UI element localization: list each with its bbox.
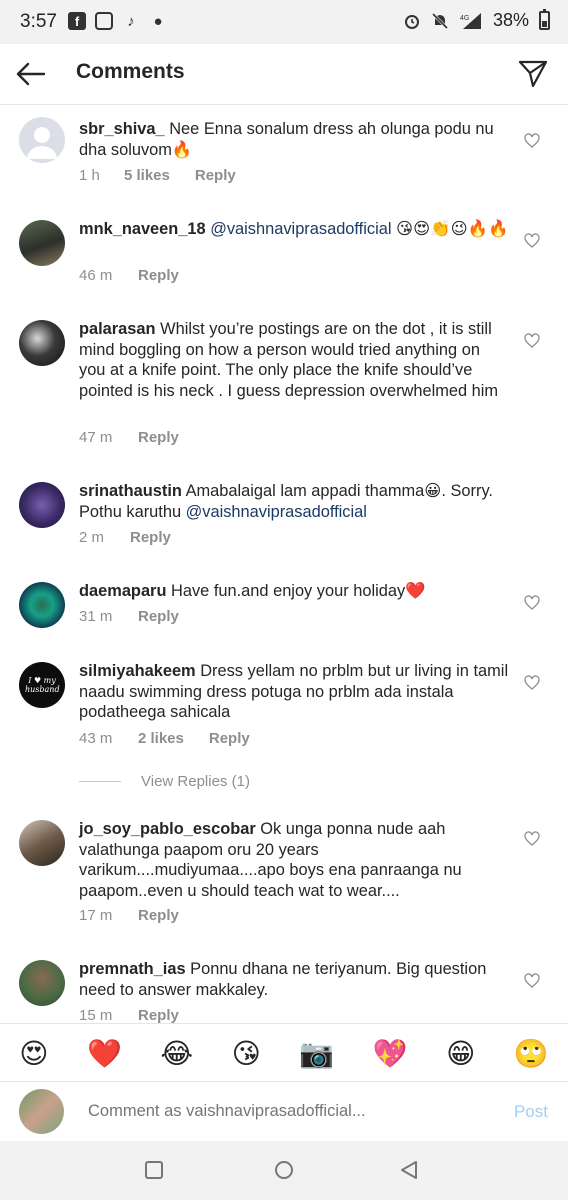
recents-icon[interactable] [143, 1159, 165, 1181]
like-heart-icon[interactable] [524, 133, 540, 149]
reply-button[interactable]: Reply [209, 730, 250, 747]
reply-button[interactable]: Reply [195, 167, 236, 184]
like-heart-icon[interactable] [524, 333, 540, 349]
comment-username[interactable]: silmiyahakeem [79, 662, 196, 680]
comment-username[interactable]: mnk_naveen_18 [79, 220, 206, 238]
battery-percent: 38% [492, 10, 529, 30]
status-bar: 3:57 f ♪ ● 4G 38% [0, 0, 568, 44]
tiktok-icon: ♪ [127, 12, 135, 30]
svg-text:4G: 4G [460, 15, 469, 22]
emoji-button[interactable]: 💖 [373, 1037, 408, 1070]
signal-icon: 4G [460, 12, 481, 29]
emoji-button[interactable]: ❤️ [87, 1037, 122, 1070]
status-time: 3:57 [20, 11, 57, 32]
avatar[interactable] [19, 820, 65, 866]
comment-meta: 1 h 5 likes Reply [79, 167, 236, 184]
app-header: Comments [0, 44, 568, 105]
status-right: 4G 38% [403, 9, 550, 31]
emoji-button[interactable]: 😍 [19, 1037, 48, 1070]
avatar[interactable] [19, 220, 65, 266]
comment-text: Have fun.and enjoy your holiday❤️ [171, 582, 426, 600]
divider [79, 781, 121, 782]
comment-mention[interactable]: @vaishnaviprasadofficial [186, 503, 367, 521]
reply-button[interactable]: Reply [138, 267, 179, 284]
comment-composer: Post [0, 1081, 568, 1142]
like-heart-icon[interactable] [524, 675, 540, 691]
battery-icon [539, 9, 550, 30]
comment-input[interactable] [88, 1102, 468, 1121]
comment-meta: 43 m 2 likes Reply [79, 730, 250, 747]
avatar-text: I ♥ my husband [25, 676, 60, 694]
reply-button[interactable]: Reply [130, 529, 171, 546]
avatar[interactable] [19, 960, 65, 1006]
my-avatar [19, 1089, 64, 1134]
comment-username[interactable]: sbr_shiva_ [79, 120, 165, 138]
comment-meta: 31 m Reply [79, 608, 179, 625]
like-heart-icon[interactable] [524, 831, 540, 847]
comment-time: 46 m [79, 267, 113, 284]
comment-meta: 46 m Reply [79, 267, 179, 284]
emoji-button[interactable]: 📷 [299, 1037, 334, 1070]
emoji-button[interactable]: 😘 [232, 1037, 261, 1070]
comment-time: 15 m [79, 1007, 113, 1023]
alarm-icon [404, 14, 419, 29]
comment-meta: 2 m Reply [79, 529, 171, 546]
post-button[interactable]: Post [514, 1102, 548, 1122]
comments-list[interactable]: sbr_shiva_ Nee Enna sonalum dress ah olu… [0, 105, 568, 1023]
comment-meta: 17 m Reply [79, 907, 179, 924]
comment-meta: 15 m Reply [79, 1007, 179, 1023]
avatar[interactable]: I ♥ my husband [19, 662, 65, 708]
comment-time: 31 m [79, 608, 113, 625]
reply-button[interactable]: Reply [138, 907, 179, 924]
comment-time: 1 h [79, 167, 100, 184]
comment-username[interactable]: premnath_ias [79, 960, 186, 978]
mute-icon [431, 12, 449, 29]
emoji-button[interactable]: 🙄 [514, 1037, 549, 1070]
avatar[interactable] [19, 320, 65, 366]
reply-button[interactable]: Reply [138, 429, 179, 446]
comment-username[interactable]: palarasan [79, 320, 156, 338]
avatar[interactable] [19, 117, 65, 163]
notification-icons: f ♪ ● [68, 12, 167, 30]
home-icon[interactable] [273, 1159, 295, 1181]
view-replies-label: View Replies (1) [141, 773, 250, 790]
comment-time: 47 m [79, 429, 113, 446]
like-heart-icon[interactable] [524, 233, 540, 249]
comment-mention[interactable]: @vaishnaviprasadofficial [210, 220, 391, 238]
direct-send-icon[interactable] [516, 56, 550, 90]
emoji-quick-bar: 😍 ❤️ 😂 😘 📷 💖 😁 🙄 [0, 1023, 568, 1082]
emoji-button[interactable]: 😂 [160, 1037, 193, 1070]
comment-time: 17 m [79, 907, 113, 924]
back-nav-icon[interactable] [398, 1159, 420, 1181]
reply-button[interactable]: Reply [138, 1007, 179, 1023]
back-arrow-icon[interactable] [14, 57, 48, 91]
page-title: Comments [76, 60, 185, 83]
instagram-icon [95, 12, 113, 30]
view-replies-button[interactable]: View Replies (1) [79, 773, 250, 790]
facebook-icon: f [68, 12, 86, 30]
avatar[interactable] [19, 582, 65, 628]
comment-likes[interactable]: 5 likes [124, 167, 170, 184]
comment-meta: 47 m Reply [79, 429, 179, 446]
comment-likes[interactable]: 2 likes [138, 730, 184, 747]
comment-username[interactable]: srinathaustin [79, 482, 182, 500]
reply-button[interactable]: Reply [138, 608, 179, 625]
avatar[interactable] [19, 482, 65, 528]
reddit-icon: ● [153, 12, 163, 30]
comment-time: 2 m [79, 529, 105, 546]
comment-text: 😘😍👏😉🔥🔥 [396, 220, 509, 238]
comment-username[interactable]: daemaparu [79, 582, 166, 600]
emoji-button[interactable]: 😁 [446, 1037, 475, 1070]
comment-username[interactable]: jo_soy_pablo_escobar [79, 820, 256, 838]
like-heart-icon[interactable] [524, 973, 540, 989]
like-heart-icon[interactable] [524, 595, 540, 611]
system-nav-bar [0, 1141, 568, 1200]
comment-time: 43 m [79, 730, 113, 747]
